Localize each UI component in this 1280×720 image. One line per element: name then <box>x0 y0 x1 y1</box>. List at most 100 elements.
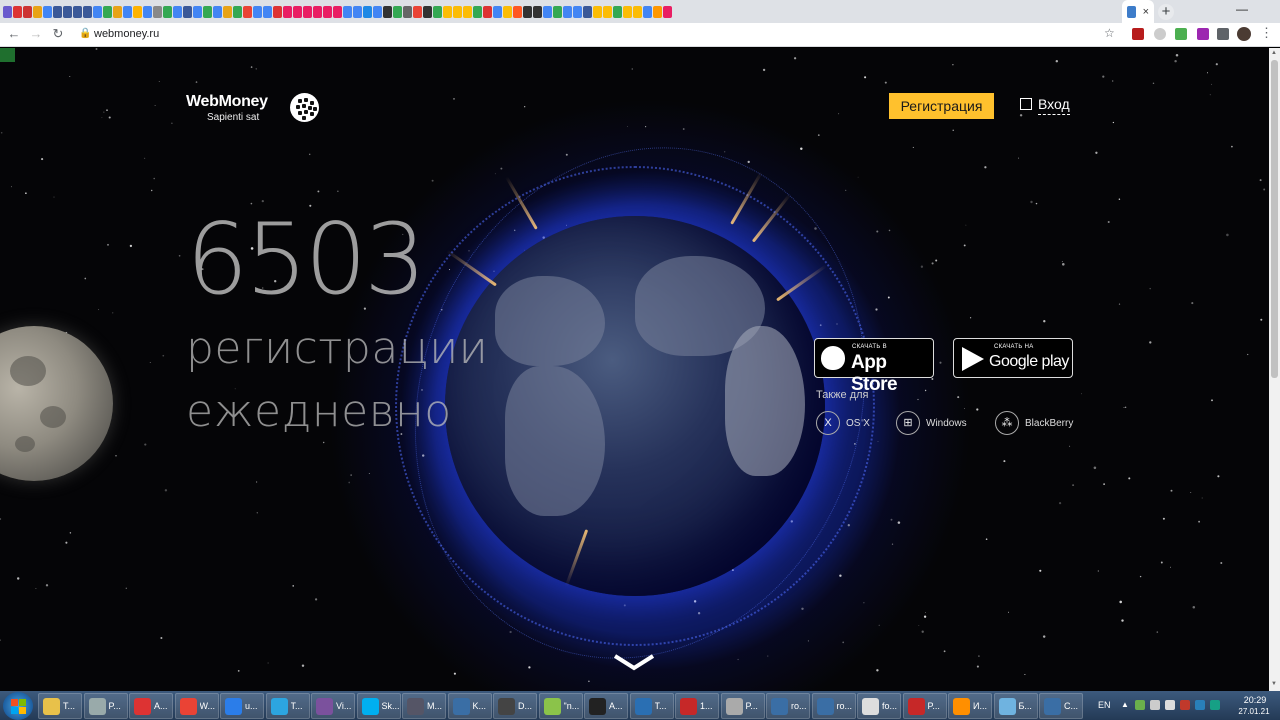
browser-tab[interactable] <box>192 5 202 18</box>
browser-tab[interactable] <box>542 5 552 18</box>
browser-tab[interactable] <box>502 5 512 18</box>
forward-button[interactable]: → <box>28 26 44 42</box>
taskbar-app-button[interactable]: A... <box>129 693 173 719</box>
browser-tab[interactable] <box>382 5 392 18</box>
browser-tab[interactable] <box>52 5 62 18</box>
browser-tab[interactable] <box>312 5 322 18</box>
browser-tab[interactable] <box>552 5 562 18</box>
webmoney-logo[interactable]: WebMoney Sapienti sat <box>186 90 326 126</box>
taskbar-app-button[interactable]: ro... <box>766 693 810 719</box>
page-scrollbar[interactable]: ▲ ▼ <box>1269 48 1280 691</box>
scrollbar-thumb[interactable] <box>1271 60 1278 378</box>
browser-tab[interactable] <box>182 5 192 18</box>
taskbar-app-button[interactable]: Sk... <box>356 693 401 719</box>
browser-tab[interactable] <box>212 5 222 18</box>
browser-tab[interactable] <box>362 5 372 18</box>
back-button[interactable]: ← <box>6 26 22 42</box>
window-minimize-button[interactable]: — <box>1232 2 1252 20</box>
extension-icon[interactable] <box>1132 28 1144 40</box>
browser-tab[interactable] <box>2 5 12 18</box>
active-tab[interactable]: × <box>1122 0 1154 23</box>
volume-icon[interactable] <box>1165 700 1175 710</box>
taskbar-app-button[interactable]: T... <box>38 693 82 719</box>
taskbar-app-button[interactable]: C... <box>1039 693 1083 719</box>
taskbar-app-button[interactable]: "n... <box>538 693 583 719</box>
clock-date[interactable]: 27.01.21 <box>1232 707 1276 716</box>
taskbar-app-button[interactable]: И... <box>948 693 992 719</box>
close-tab-icon[interactable]: × <box>1143 6 1149 18</box>
google-play-button[interactable]: СКАЧАТЬ НА Google play <box>953 338 1073 378</box>
browser-tab[interactable] <box>172 5 182 18</box>
browser-tab[interactable] <box>152 5 162 18</box>
taskbar-app-button[interactable]: Vi... <box>311 693 355 719</box>
taskbar-app-button[interactable]: Б... <box>993 693 1038 719</box>
browser-tab[interactable] <box>102 5 112 18</box>
browser-tab[interactable] <box>162 5 172 18</box>
tray-expand-icon[interactable]: ▲ <box>1121 700 1131 710</box>
language-indicator[interactable]: EN <box>1098 700 1111 710</box>
taskbar-app-button[interactable]: D... <box>493 693 537 719</box>
browser-tab[interactable] <box>72 5 82 18</box>
browser-tab[interactable] <box>492 5 502 18</box>
taskbar-app-button[interactable]: W... <box>174 693 219 719</box>
browser-tab[interactable] <box>652 5 662 18</box>
browser-tab[interactable] <box>272 5 282 18</box>
taskbar-app-button[interactable]: u... <box>220 693 264 719</box>
scroll-down-arrow-icon[interactable]: ▼ <box>1271 681 1277 687</box>
new-tab-button[interactable]: + <box>1158 4 1174 20</box>
address-bar[interactable]: 🔒 webmoney.ru <box>72 25 1127 45</box>
browser-tab[interactable] <box>392 5 402 18</box>
browser-tab[interactable] <box>62 5 72 18</box>
browser-tab[interactable] <box>352 5 362 18</box>
browser-tab[interactable] <box>612 5 622 18</box>
tray-app-icon[interactable] <box>1135 700 1145 710</box>
taskbar-app-button[interactable]: A... <box>584 693 628 719</box>
taskbar-app-button[interactable]: P... <box>720 693 765 719</box>
browser-tab[interactable] <box>662 5 672 18</box>
login-link[interactable]: Вход <box>1020 96 1070 118</box>
browser-tab[interactable] <box>252 5 262 18</box>
browser-tab[interactable] <box>512 5 522 18</box>
app-store-button[interactable]: СКАЧАТЬ В App Store <box>814 338 934 395</box>
taskbar-app-button[interactable]: M... <box>402 693 446 719</box>
url-text[interactable]: webmoney.ru <box>94 28 159 40</box>
browser-tab[interactable] <box>642 5 652 18</box>
register-button[interactable]: Регистрация <box>889 93 994 119</box>
tray-app-icon[interactable] <box>1195 700 1205 710</box>
bookmark-star-icon[interactable]: ☆ <box>1104 26 1115 40</box>
browser-tab[interactable] <box>112 5 122 18</box>
browser-tab[interactable] <box>522 5 532 18</box>
taskbar-app-button[interactable]: ro... <box>811 693 856 719</box>
browser-tab[interactable] <box>372 5 382 18</box>
browser-tab[interactable] <box>402 5 412 18</box>
browser-tab[interactable] <box>342 5 352 18</box>
scroll-up-arrow-icon[interactable]: ▲ <box>1271 50 1277 56</box>
browser-tab[interactable] <box>332 5 342 18</box>
extension-icon[interactable] <box>1175 28 1187 40</box>
browser-tab[interactable] <box>222 5 232 18</box>
browser-tab[interactable] <box>42 5 52 18</box>
profile-avatar[interactable] <box>1237 27 1251 41</box>
browser-tab[interactable] <box>572 5 582 18</box>
reload-button[interactable]: ↻ <box>50 26 66 42</box>
taskbar-app-button[interactable]: P... <box>83 693 128 719</box>
browser-tab[interactable] <box>322 5 332 18</box>
puzzle-extensions-icon[interactable] <box>1217 28 1229 40</box>
browser-tab[interactable] <box>462 5 472 18</box>
clock-time[interactable]: 20:29 <box>1236 695 1274 705</box>
browser-tab[interactable] <box>622 5 632 18</box>
browser-tab[interactable] <box>482 5 492 18</box>
extension-icon[interactable] <box>1154 28 1166 40</box>
browser-tab[interactable] <box>302 5 312 18</box>
browser-menu-icon[interactable]: ⋮ <box>1260 25 1273 41</box>
taskbar-app-button[interactable]: T... <box>629 693 674 719</box>
browser-tab[interactable] <box>582 5 592 18</box>
browser-tab[interactable] <box>602 5 612 18</box>
browser-tab[interactable] <box>432 5 442 18</box>
browser-tab[interactable] <box>132 5 142 18</box>
browser-tab[interactable] <box>422 5 432 18</box>
tray-app-icon[interactable] <box>1180 700 1190 710</box>
browser-tab[interactable] <box>202 5 212 18</box>
browser-tab[interactable] <box>282 5 292 18</box>
start-button[interactable] <box>3 692 33 720</box>
